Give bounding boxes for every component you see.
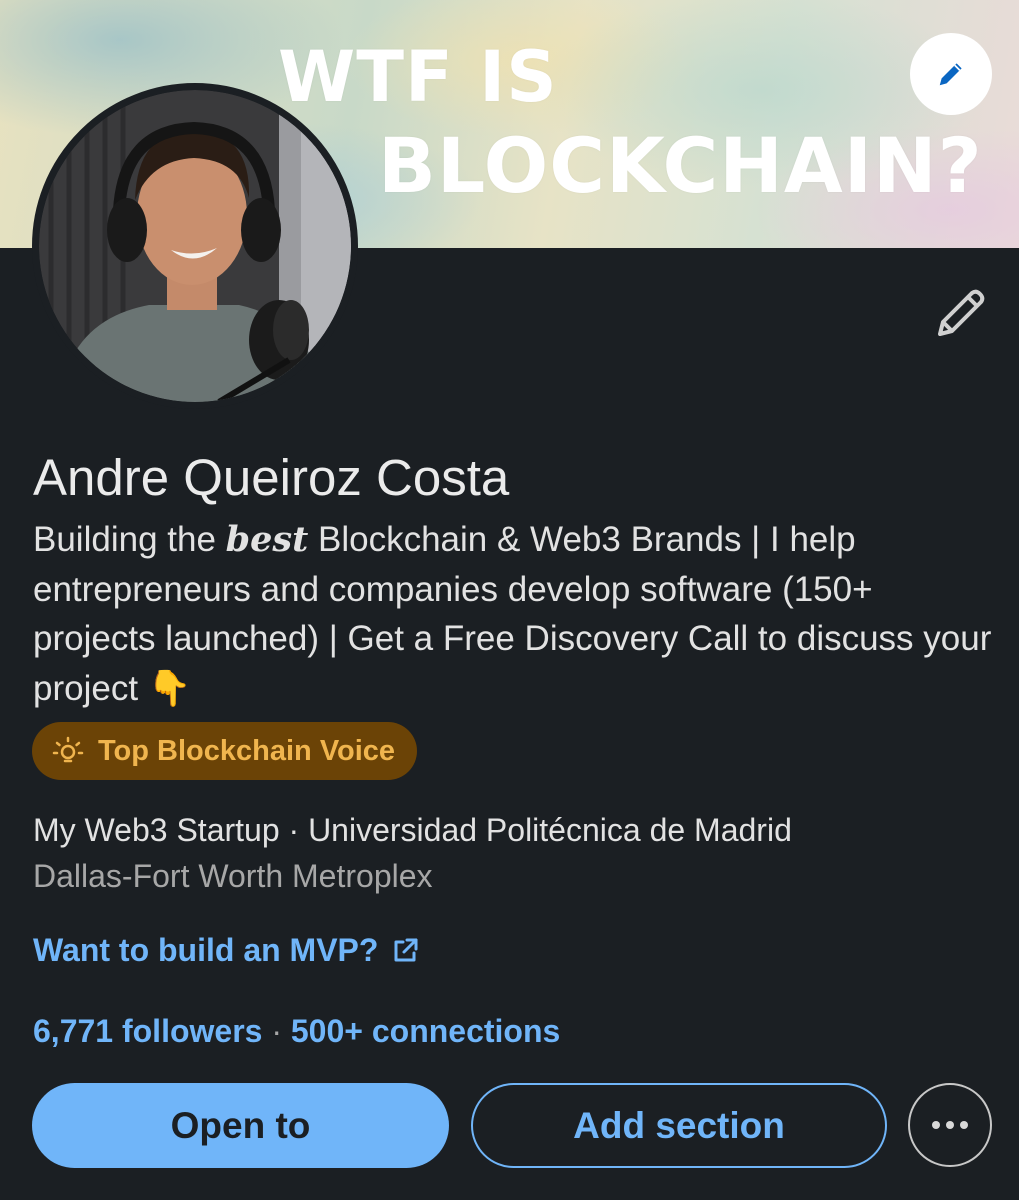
external-link-icon	[390, 936, 420, 966]
avatar-image	[39, 90, 351, 402]
profile-affiliation[interactable]: My Web3 Startup · Universidad Politécnic…	[33, 812, 792, 849]
badge-label: Top Blockchain Voice	[98, 734, 396, 767]
banner-text-line1: WTF IS	[278, 36, 558, 118]
pencil-icon	[938, 289, 985, 336]
pointing-down-emoji: 👇	[147, 668, 192, 708]
profile-photo[interactable]	[32, 83, 358, 409]
pencil-icon	[939, 63, 962, 86]
profile-headline: Building the best Blockchain & Web3 Bran…	[33, 515, 993, 713]
edit-banner-button[interactable]	[910, 33, 992, 115]
connections-count[interactable]: 500+ connections	[291, 1013, 560, 1049]
add-section-button[interactable]: Add section	[471, 1083, 887, 1168]
more-options-button[interactable]	[908, 1083, 992, 1167]
profile-stats: 6,771 followers · 500+ connections	[33, 1013, 560, 1050]
website-link-label: Want to build an MVP?	[33, 932, 379, 968]
headline-emphasis: best	[225, 519, 309, 560]
stats-separator: ·	[262, 1013, 291, 1049]
followers-count[interactable]: 6,771 followers	[33, 1013, 262, 1049]
website-link[interactable]: Want to build an MVP?	[33, 932, 420, 969]
open-to-button[interactable]: Open to	[32, 1083, 449, 1168]
profile-name: Andre Queiroz Costa	[33, 449, 510, 506]
headline-text-start: Building the	[33, 520, 226, 559]
edit-profile-button[interactable]	[930, 284, 990, 344]
top-voice-badge[interactable]: Top Blockchain Voice	[32, 722, 418, 780]
ellipsis-icon	[932, 1121, 968, 1129]
profile-location: Dallas-Fort Worth Metroplex	[33, 858, 433, 894]
banner-text-line2: BLOCKCHAIN?	[378, 121, 983, 210]
lightbulb-icon	[52, 735, 84, 767]
